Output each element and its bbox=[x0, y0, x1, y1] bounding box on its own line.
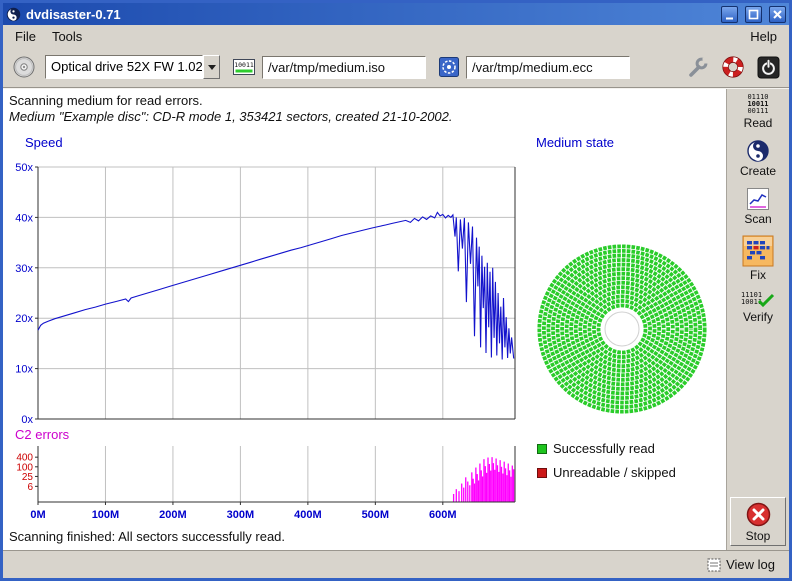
svg-text:10x: 10x bbox=[15, 364, 33, 376]
read-button[interactable]: 01110 10011 00111 Read bbox=[730, 94, 786, 130]
log-icon bbox=[707, 558, 721, 572]
svg-text:50x: 50x bbox=[15, 162, 33, 174]
menubar: File Tools Help bbox=[3, 25, 789, 47]
action-sidebar: 01110 10011 00111 Read Create bbox=[726, 89, 789, 550]
lifesaver-icon bbox=[721, 55, 745, 79]
svg-text:0x: 0x bbox=[21, 414, 33, 426]
svg-text:300M: 300M bbox=[227, 509, 255, 521]
app-icon bbox=[6, 7, 21, 22]
create-button-label: Create bbox=[740, 164, 776, 178]
legend-label-skipped: Unreadable / skipped bbox=[553, 465, 676, 480]
iso-icon-binary: 10011 bbox=[234, 61, 254, 69]
verify-button-label: Verify bbox=[743, 310, 773, 324]
legend-swatch-skipped bbox=[537, 468, 547, 478]
create-button[interactable]: Create bbox=[730, 139, 786, 178]
power-icon bbox=[757, 56, 780, 79]
svg-text:500M: 500M bbox=[362, 509, 390, 521]
disc-drive-icon bbox=[12, 55, 36, 79]
fix-button[interactable]: Fix bbox=[730, 235, 786, 282]
scan-button-label: Scan bbox=[744, 212, 771, 226]
iso-path-input[interactable] bbox=[262, 56, 426, 79]
chevron-down-icon[interactable] bbox=[203, 55, 220, 79]
verify-button[interactable]: 11101 10011 Verify bbox=[730, 291, 786, 324]
menu-help[interactable]: Help bbox=[742, 27, 785, 46]
window-title: dvdisaster-0.71 bbox=[26, 7, 714, 22]
svg-text:6: 6 bbox=[27, 482, 33, 493]
toolbar: Optical drive 52X FW 1.02 10011 bbox=[3, 47, 789, 87]
view-log-button[interactable]: View log bbox=[701, 556, 781, 573]
legend-item-skipped: Unreadable / skipped bbox=[537, 465, 676, 480]
preferences-button[interactable] bbox=[682, 52, 712, 82]
svg-text:20x: 20x bbox=[15, 313, 33, 325]
svg-text:30x: 30x bbox=[15, 263, 33, 275]
scan-button[interactable]: Scan bbox=[730, 187, 786, 226]
svg-text:0M: 0M bbox=[30, 509, 45, 521]
dvdisaster-window: dvdisaster-0.71 File Tools Help Optical … bbox=[0, 0, 792, 581]
svg-text:100M: 100M bbox=[92, 509, 120, 521]
minimize-button[interactable] bbox=[721, 6, 738, 23]
stop-button[interactable]: Stop bbox=[730, 497, 786, 546]
menu-file[interactable]: File bbox=[7, 27, 44, 46]
close-button[interactable] bbox=[769, 6, 786, 23]
read-icon: 01110 10011 00111 bbox=[747, 94, 768, 115]
stop-button-label: Stop bbox=[746, 529, 771, 543]
drive-icon-button[interactable] bbox=[9, 52, 39, 82]
maximize-button[interactable] bbox=[745, 6, 762, 23]
help-button[interactable] bbox=[718, 52, 748, 82]
legend-item-read: Successfully read bbox=[537, 441, 655, 456]
ecc-path-input[interactable] bbox=[466, 56, 630, 79]
legend-swatch-read bbox=[537, 444, 547, 454]
drive-selector-value: Optical drive 52X FW 1.02 bbox=[45, 55, 203, 79]
wrench-icon bbox=[685, 55, 709, 79]
quit-button[interactable] bbox=[754, 53, 783, 82]
stop-icon bbox=[745, 501, 772, 528]
medium-state-disc bbox=[533, 240, 711, 418]
drive-selector[interactable]: Optical drive 52X FW 1.02 bbox=[45, 55, 220, 79]
svg-text:40x: 40x bbox=[15, 212, 33, 224]
scan-result-status: Scanning finished: All sectors successfu… bbox=[9, 529, 285, 544]
fix-button-label: Fix bbox=[750, 268, 766, 282]
legend-label-read: Successfully read bbox=[553, 441, 655, 456]
scan-chart-icon bbox=[746, 187, 770, 211]
ecc-file-icon bbox=[438, 56, 460, 78]
read-button-label: Read bbox=[744, 116, 773, 130]
bottombar: View log bbox=[3, 550, 789, 578]
fix-bricks-icon bbox=[742, 235, 774, 267]
titlebar[interactable]: dvdisaster-0.71 bbox=[3, 3, 789, 25]
svg-text:200M: 200M bbox=[159, 509, 187, 521]
view-log-label: View log bbox=[726, 557, 775, 572]
verify-check-icon: 11101 10011 bbox=[741, 291, 775, 309]
menu-tools[interactable]: Tools bbox=[44, 27, 90, 46]
yin-yang-icon bbox=[746, 139, 770, 163]
iso-file-icon: 10011 bbox=[232, 57, 256, 77]
svg-text:400M: 400M bbox=[294, 509, 322, 521]
drawing-area: Scanning medium for read errors. Medium … bbox=[3, 89, 726, 550]
svg-text:600M: 600M bbox=[429, 509, 457, 521]
